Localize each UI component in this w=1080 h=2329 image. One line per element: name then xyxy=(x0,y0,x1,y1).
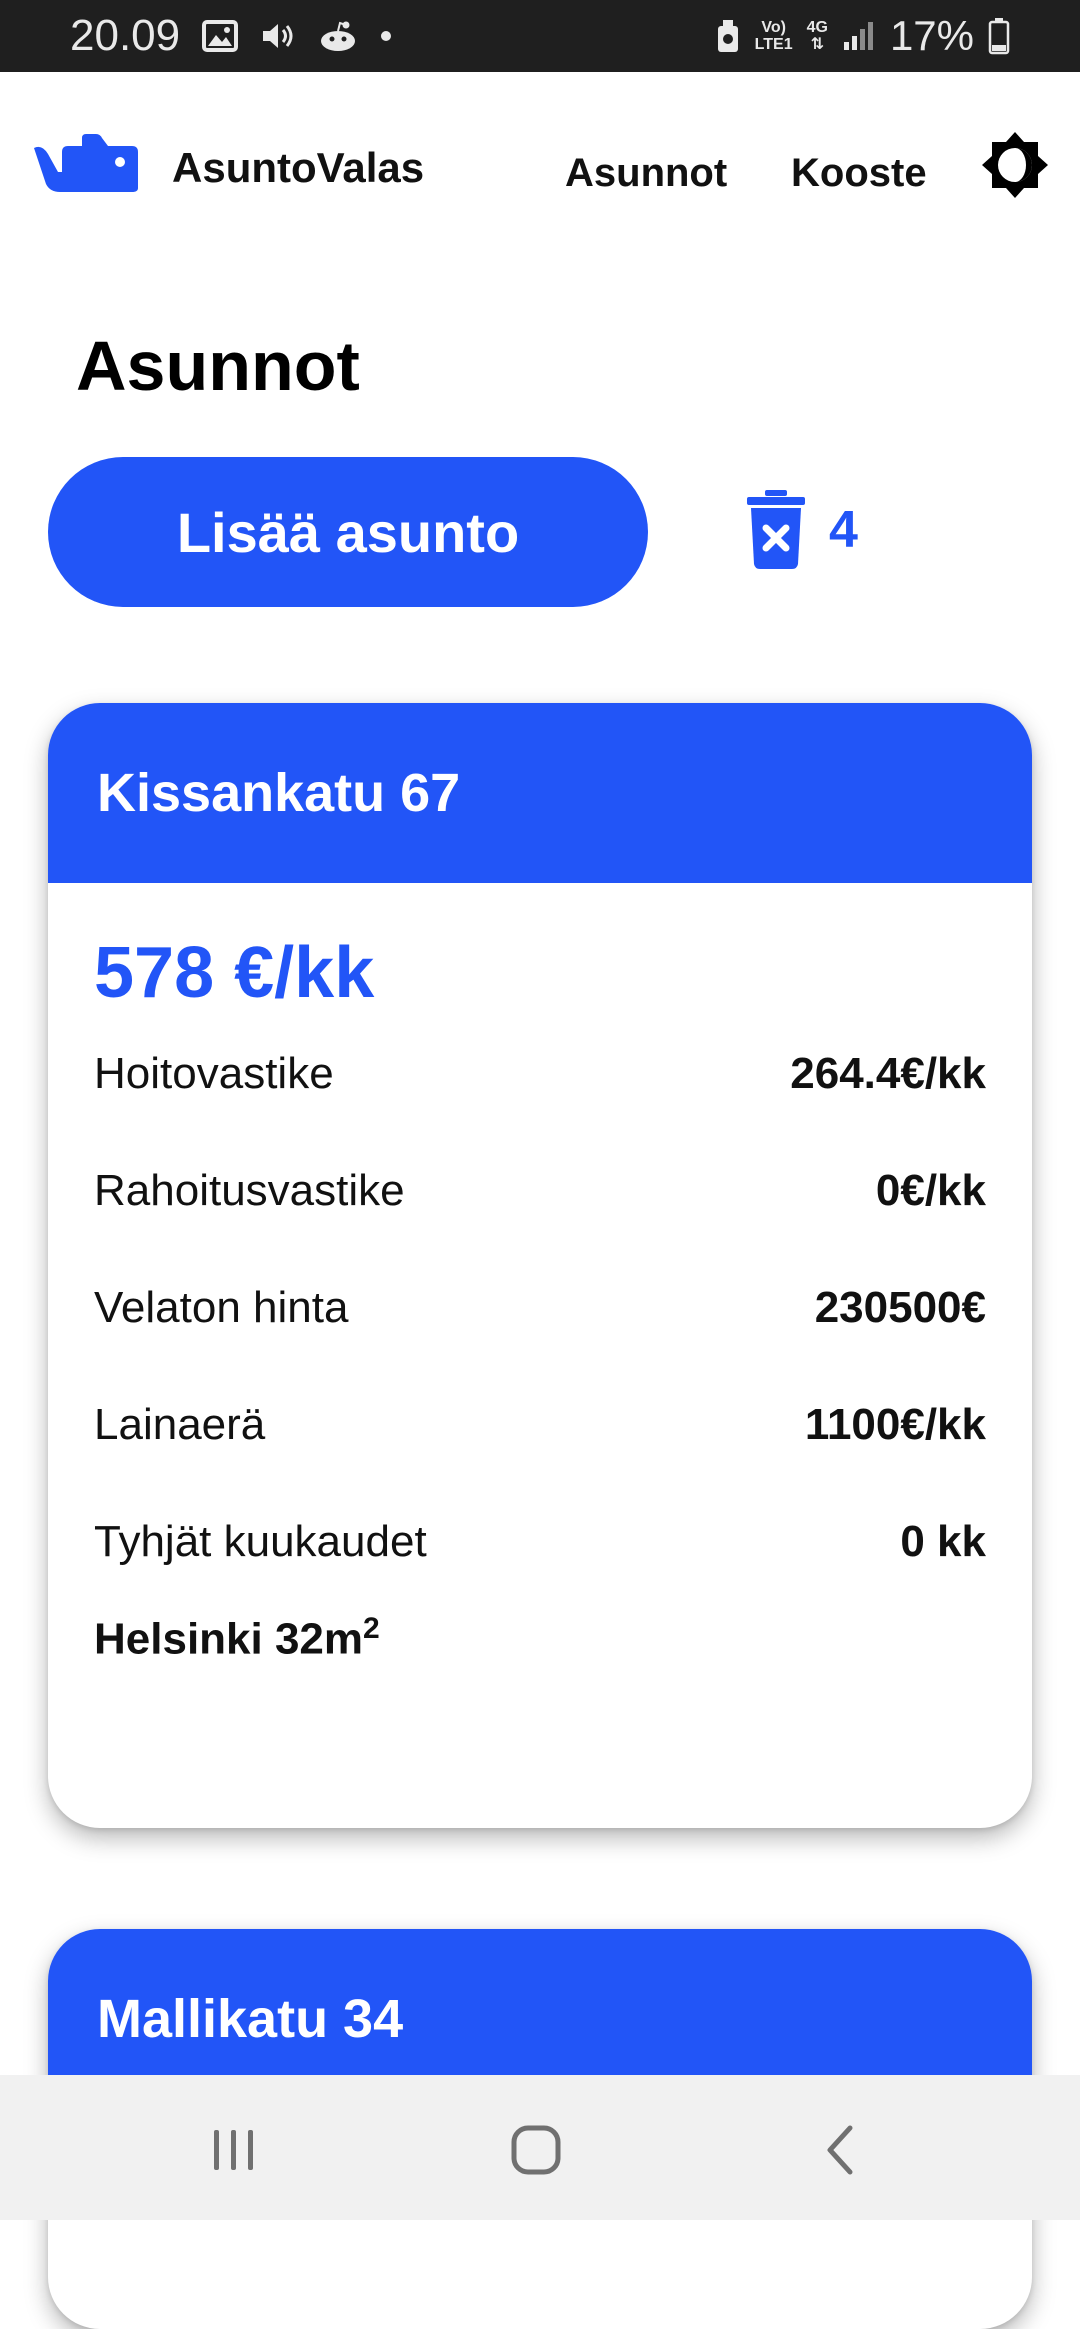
notification-icons xyxy=(202,14,392,58)
detail-row: Rahoitusvastike 0€/kk xyxy=(94,1132,986,1249)
nav-link-asunnot[interactable]: Asunnot xyxy=(565,148,727,198)
system-navigation-bar xyxy=(0,2075,1080,2220)
dot-icon xyxy=(381,31,391,41)
battery-percent: 17% xyxy=(889,12,974,59)
detail-label: Tyhjät kuukaudet xyxy=(94,1516,427,1566)
back-icon xyxy=(827,2125,853,2175)
detail-label: Velaton hinta xyxy=(94,1282,349,1332)
detail-row: Tyhjät kuukaudet 0 kk xyxy=(94,1483,986,1600)
area-superscript: 2 xyxy=(363,1612,380,1645)
recents-icon xyxy=(214,2130,253,2170)
apartment-card[interactable]: Kissankatu 67 578 €/kk Hoitovastike 264.… xyxy=(48,703,1032,1828)
detail-row: Lainaerä 1100€/kk xyxy=(94,1366,986,1483)
back-button[interactable] xyxy=(800,2110,880,2190)
deleted-apartments-button[interactable]: 4 xyxy=(745,490,858,570)
alarm-icon xyxy=(717,20,738,52)
home-button[interactable] xyxy=(496,2110,576,2190)
deleted-count: 4 xyxy=(829,501,858,559)
volume-icon xyxy=(263,24,293,48)
whale-logo-icon[interactable] xyxy=(32,132,140,194)
card-body: 578 €/kk Hoitovastike 264.4€/kk Rahoitus… xyxy=(48,931,1032,1665)
network-indicator: Vo) LTE1 xyxy=(755,19,793,53)
location-size: Helsinki 32m2 xyxy=(94,1612,986,1665)
page-title: Asunnot xyxy=(76,327,360,405)
detail-value: 0€/kk xyxy=(875,1165,986,1215)
data-indicator: 4G ⇅ xyxy=(807,19,828,53)
monthly-cost: 578 €/kk xyxy=(94,933,375,1013)
detail-value: 0 kk xyxy=(900,1516,986,1566)
lte-label: LTE1 xyxy=(754,36,793,53)
status-time: 20.09 xyxy=(70,11,181,60)
app-header: AsuntoValas Asunnot Kooste xyxy=(0,72,1080,262)
signal-icon xyxy=(843,22,873,50)
detail-row: Hoitovastike 264.4€/kk xyxy=(94,1015,986,1132)
detail-value: 1100€/kk xyxy=(804,1399,986,1449)
detail-label: Rahoitusvastike xyxy=(94,1165,405,1215)
nav-link-kooste[interactable]: Kooste xyxy=(791,148,927,198)
location-text: Helsinki 32m xyxy=(94,1614,364,1664)
image-icon xyxy=(202,20,238,52)
detail-value: 264.4€/kk xyxy=(790,1048,986,1098)
battery-icon xyxy=(988,18,1010,55)
apartment-title: Kissankatu 67 xyxy=(97,763,461,823)
system-status-icons: Vo) LTE1 4G ⇅ 17% xyxy=(715,10,1010,62)
recents-button[interactable] xyxy=(194,2110,274,2190)
status-bar: 20.09 Vo) LTE1 4G ⇅ 17% xyxy=(0,0,1080,72)
card-header: Kissankatu 67 xyxy=(48,703,1032,883)
brand-name[interactable]: AsuntoValas xyxy=(172,142,424,194)
network-type-label: 4G xyxy=(806,19,828,36)
trash-icon xyxy=(747,490,805,569)
apartment-title: Mallikatu 34 xyxy=(97,1989,404,2049)
add-apartment-button[interactable]: Lisää asunto xyxy=(48,457,648,607)
home-icon xyxy=(511,2125,561,2175)
detail-row: Velaton hinta 230500€ xyxy=(94,1249,986,1366)
data-arrows-icon: ⇅ xyxy=(810,36,824,53)
reddit-icon xyxy=(321,21,355,51)
detail-label: Hoitovastike xyxy=(94,1048,334,1098)
detail-label: Lainaerä xyxy=(94,1399,266,1449)
theme-toggle-icon[interactable] xyxy=(980,130,1050,200)
volte-label: Vo) xyxy=(761,19,786,36)
detail-value: 230500€ xyxy=(814,1282,986,1332)
